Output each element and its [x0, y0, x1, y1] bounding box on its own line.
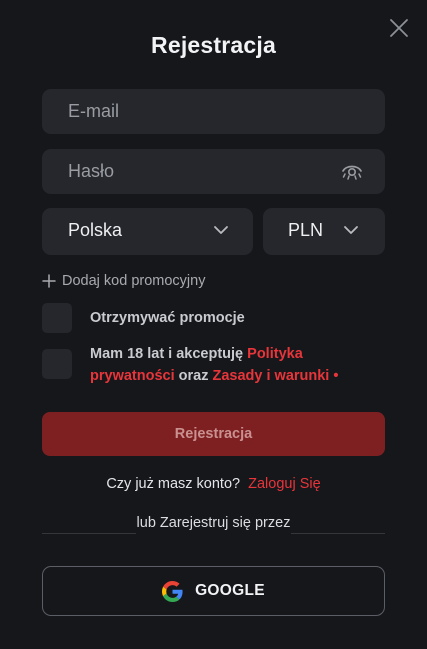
terms-middle: oraz — [174, 368, 213, 384]
email-field-container — [42, 89, 385, 134]
eye-icon[interactable] — [341, 162, 363, 182]
email-input[interactable] — [42, 89, 385, 134]
country-select[interactable]: Polska — [42, 208, 253, 255]
login-question: Czy już masz konto? — [106, 476, 241, 492]
terms-checkbox[interactable] — [42, 349, 72, 379]
chevron-down-icon — [344, 226, 358, 234]
terms-prefix: Mam 18 lat i akceptuję — [90, 346, 248, 362]
login-prompt: Czy już masz konto? Zaloguj Się — [0, 476, 427, 492]
google-icon — [162, 580, 183, 602]
divider-left — [42, 533, 136, 534]
plus-icon — [42, 274, 56, 288]
google-signup-button[interactable]: GOOGLE — [42, 566, 385, 616]
country-value: Polska — [68, 220, 123, 240]
terms-and-conditions-link[interactable]: Zasady i warunki — [212, 368, 329, 384]
currency-value: PLN — [288, 220, 324, 240]
add-promo-code-button[interactable]: Dodaj kod promocyjny — [42, 271, 205, 291]
promo-code-label: Dodaj kod promocyjny — [62, 273, 206, 289]
terms-checkbox-label: Mam 18 lat i akceptuję Polityka prywatno… — [90, 343, 370, 387]
registration-modal: Rejestracja Polska PLN Dodaj kod promocy… — [0, 0, 427, 649]
login-link[interactable]: Zaloguj Się — [248, 476, 321, 492]
password-input[interactable] — [42, 149, 385, 194]
modal-title: Rejestracja — [151, 32, 276, 58]
register-submit-button[interactable]: Rejestracja — [42, 412, 385, 456]
promotions-checkbox[interactable] — [42, 303, 72, 333]
social-divider-text: lub Zarejestruj się przez — [136, 515, 291, 531]
currency-select[interactable]: PLN — [263, 208, 385, 255]
divider-right — [291, 533, 385, 534]
google-button-label: GOOGLE — [195, 582, 265, 599]
chevron-down-icon — [214, 226, 228, 234]
promotions-checkbox-label: Otrzymywać promocje — [90, 310, 245, 326]
password-field-container — [42, 149, 385, 194]
required-mark: • — [329, 368, 339, 384]
